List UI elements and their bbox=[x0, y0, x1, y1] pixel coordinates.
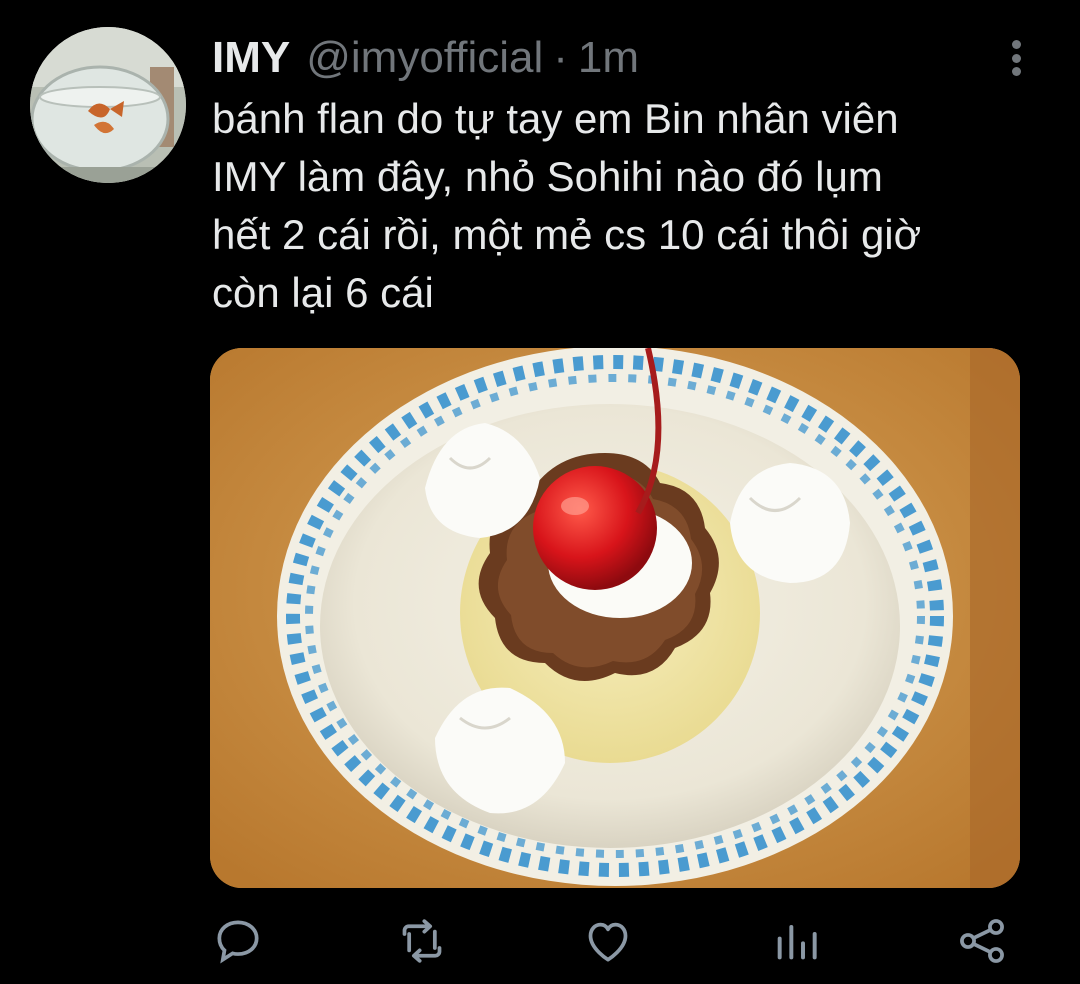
tweet[interactable]: IMY @imyofficial · 1m bánh flan do tự ta… bbox=[0, 0, 1080, 984]
analytics-icon[interactable] bbox=[768, 913, 824, 969]
avatar-fishbowl-image bbox=[30, 27, 186, 183]
tweet-text: bánh flan do tự tay em Bin nhân viên IMY… bbox=[212, 95, 922, 316]
avatar[interactable] bbox=[30, 27, 186, 183]
tweet-actions bbox=[0, 905, 1080, 975]
tweet-photo[interactable] bbox=[210, 348, 1020, 888]
timestamp[interactable]: 1m bbox=[578, 30, 639, 86]
user-handle[interactable]: @imyofficial bbox=[306, 30, 543, 86]
reply-icon[interactable] bbox=[210, 913, 266, 969]
display-name[interactable]: IMY bbox=[212, 30, 290, 86]
more-vertical-icon[interactable] bbox=[1000, 36, 1032, 80]
more-dot bbox=[1011, 53, 1021, 63]
flan-photo-image bbox=[210, 348, 1020, 888]
tweet-header: IMY @imyofficial · 1m bbox=[212, 30, 639, 86]
more-dot bbox=[1011, 40, 1021, 49]
meta-separator: · bbox=[553, 33, 568, 82]
share-icon[interactable] bbox=[954, 913, 1010, 969]
heart-icon[interactable] bbox=[580, 913, 636, 969]
retweet-icon[interactable] bbox=[394, 913, 450, 969]
more-dot bbox=[1011, 67, 1021, 76]
